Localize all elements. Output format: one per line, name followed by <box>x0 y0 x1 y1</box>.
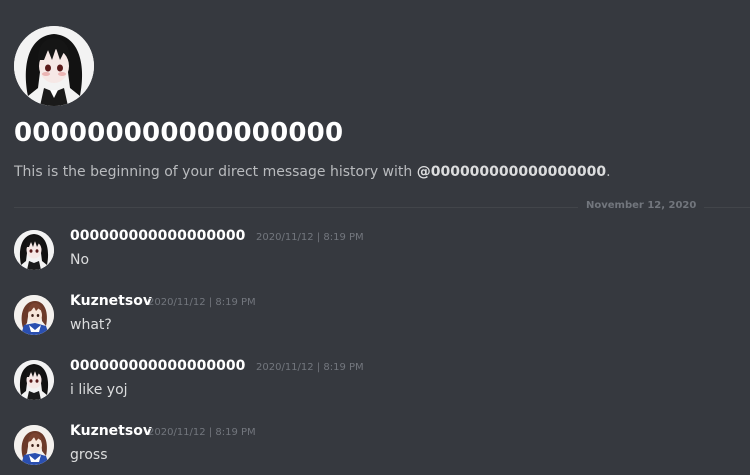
intro-mention[interactable]: @000000000000000000 <box>417 164 606 180</box>
message-item[interactable]: Kuznetsov 2020/11/12 | 8:19 PM gross <box>0 423 750 475</box>
message-timestamp: 2020/11/12 | 8:19 PM <box>256 232 364 243</box>
goth-girl-avatar-svg <box>14 26 94 106</box>
dm-recipient-title: 000000000000000000 <box>14 118 344 148</box>
message-avatar-anime-girl-icon[interactable] <box>14 425 54 465</box>
message-username[interactable]: 000000000000000000 <box>70 358 245 374</box>
message-username[interactable]: Kuznetsov <box>70 293 152 309</box>
anime-girl-avatar-svg <box>14 425 54 465</box>
intro-end: . <box>606 164 611 180</box>
message-content: No <box>70 252 90 268</box>
message-timestamp: 2020/11/12 | 8:19 PM <box>148 427 256 438</box>
message-content: i like yoj <box>70 382 128 398</box>
dm-channel: 000000000000000000 This is the beginning… <box>0 0 750 475</box>
message-avatar-goth-girl-icon[interactable] <box>14 360 54 400</box>
message-avatar-goth-girl-icon[interactable] <box>14 230 54 270</box>
goth-girl-avatar-svg <box>14 360 54 400</box>
date-divider-label: November 12, 2020 <box>578 200 705 211</box>
message-timestamp: 2020/11/12 | 8:19 PM <box>148 297 256 308</box>
message-username[interactable]: Kuznetsov <box>70 423 152 439</box>
message-timestamp: 2020/11/12 | 8:19 PM <box>256 362 364 373</box>
anime-girl-avatar-svg <box>14 295 54 335</box>
dm-intro-text: This is the beginning of your direct mes… <box>14 164 611 180</box>
message-avatar-anime-girl-icon[interactable] <box>14 295 54 335</box>
message-content: what? <box>70 317 112 333</box>
goth-girl-avatar-svg <box>14 230 54 270</box>
message-item[interactable]: 000000000000000000 2020/11/12 | 8:19 PM … <box>0 358 750 414</box>
header-avatar-goth-girl-icon[interactable] <box>14 26 94 106</box>
message-username[interactable]: 000000000000000000 <box>70 228 245 244</box>
intro-text: This is the beginning of your direct mes… <box>14 164 417 180</box>
message-item[interactable]: 000000000000000000 2020/11/12 | 8:19 PM … <box>0 228 750 284</box>
message-content: gross <box>70 447 108 463</box>
message-item[interactable]: Kuznetsov 2020/11/12 | 8:19 PM what? <box>0 293 750 349</box>
